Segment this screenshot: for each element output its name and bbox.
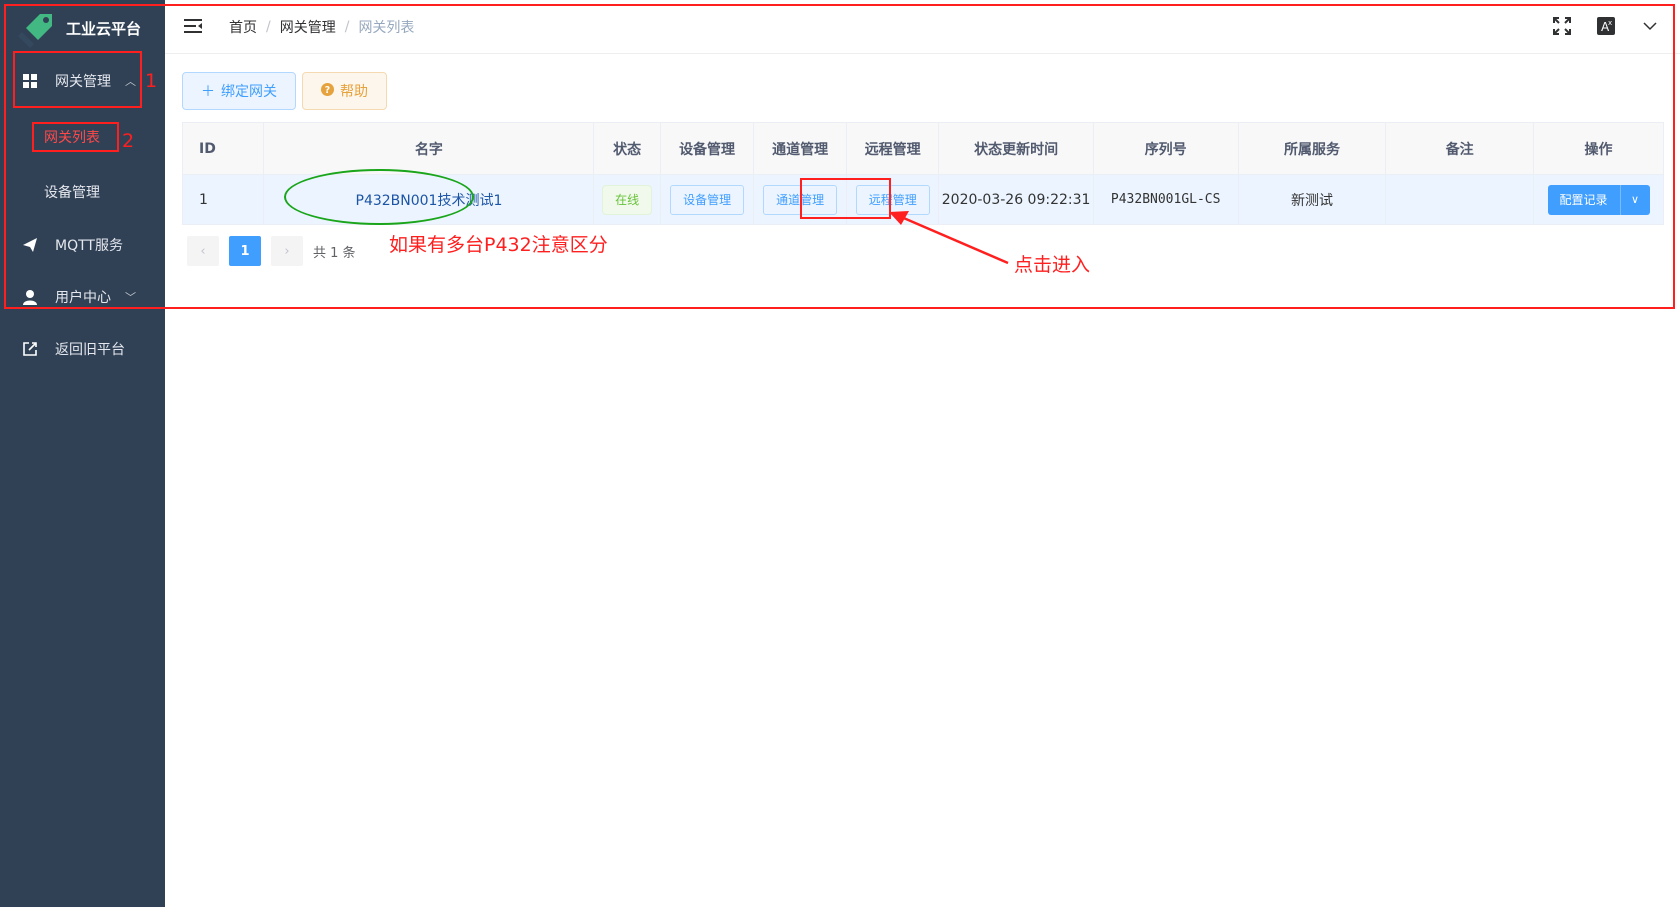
external-link-icon bbox=[21, 340, 39, 358]
annotation-label-1: 1 bbox=[145, 70, 158, 92]
annotation-box-2 bbox=[32, 122, 119, 152]
annotation-label-2: 2 bbox=[122, 130, 135, 152]
sidebar-item-back-old-platform[interactable]: 返回旧平台 bbox=[0, 324, 165, 374]
annotation-ellipse-name bbox=[284, 169, 474, 225]
annotation-note-click: 点击进入 bbox=[1014, 254, 1091, 276]
annotation-arrow bbox=[889, 211, 1009, 265]
annotation-box-1 bbox=[13, 51, 142, 108]
annotation-box-remote bbox=[800, 178, 891, 219]
annotation-outer-frame bbox=[4, 4, 1675, 309]
annotation-note-multi: 如果有多台P432注意区分 bbox=[389, 234, 608, 256]
sidebar-item-label: 返回旧平台 bbox=[55, 342, 125, 358]
